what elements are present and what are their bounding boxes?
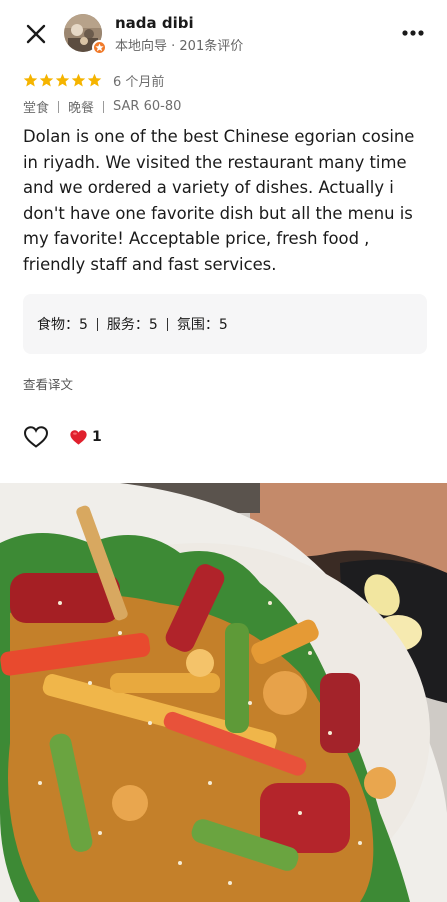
close-icon[interactable] — [22, 20, 50, 48]
red-heart-icon — [70, 429, 87, 445]
reviewer-name[interactable]: nada dibi — [115, 14, 194, 32]
reviewer-meta: 本地向导 · 201条评价 — [115, 39, 244, 54]
star-icon — [39, 73, 54, 86]
tag-price-range: SAR 60-80 — [113, 99, 182, 114]
star-icon — [55, 73, 70, 86]
star-rating — [23, 73, 102, 88]
see-translation-link[interactable]: 查看译文 — [23, 374, 73, 393]
review-time: 6 个月前 — [113, 74, 165, 90]
star-icon — [87, 73, 102, 86]
score-food: 食物：5 — [37, 317, 88, 333]
avatar[interactable] — [64, 14, 107, 55]
star-icon — [71, 73, 86, 86]
heart-outline-icon[interactable] — [23, 425, 49, 449]
reaction-summary[interactable]: 1 — [69, 429, 102, 446]
review-actions: 1 — [23, 424, 102, 450]
reaction-count: 1 — [92, 429, 102, 445]
star-icon — [23, 73, 38, 86]
divider — [96, 317, 98, 331]
tag-service-type: 堂食 — [23, 101, 50, 116]
divider — [58, 100, 60, 113]
review-tags: 堂食 晚餐 SAR 60-80 — [23, 97, 181, 116]
divider — [103, 100, 105, 113]
score-atmosphere: 氛围：5 — [176, 317, 228, 333]
local-guide-badge-icon — [92, 40, 107, 55]
divider — [166, 317, 168, 331]
more-icon[interactable] — [401, 24, 425, 42]
review-photo[interactable] — [0, 483, 447, 902]
tag-meal-type: 晚餐 — [68, 101, 95, 116]
score-summary: 食物：5 服务：5 氛围：5 — [23, 294, 427, 354]
review-header: nada dibi 本地向导 · 201条评价 — [0, 0, 447, 66]
review-body: Dolan is one of the best Chinese egorian… — [23, 127, 415, 274]
rating-row: 6 个月前 — [23, 70, 164, 90]
score-service: 服务：5 — [106, 317, 158, 333]
